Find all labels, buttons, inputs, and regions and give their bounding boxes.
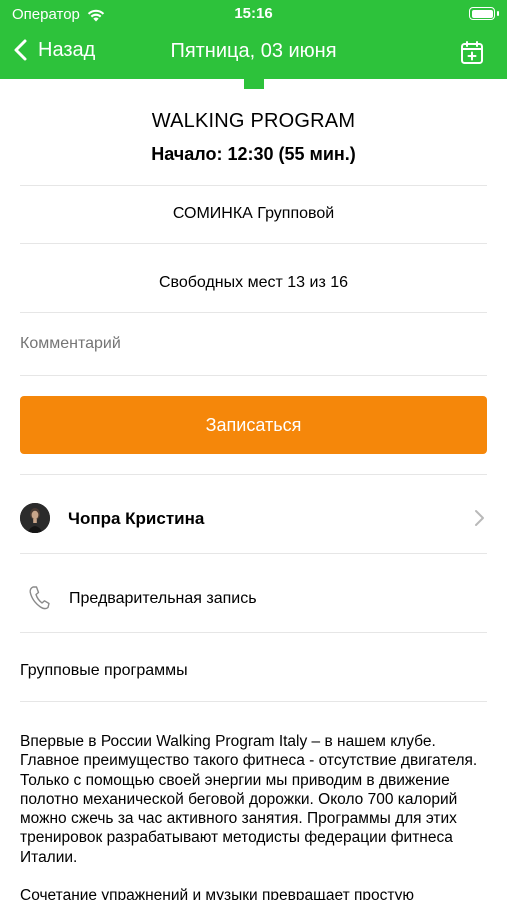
session-start-time: Начало: 12:30 (55 мин.) xyxy=(151,144,356,164)
session-description: Впервые в России Walking Program Italy –… xyxy=(20,733,478,900)
pre-booking-row[interactable]: Предварительная запись xyxy=(20,585,487,615)
divider xyxy=(20,701,487,702)
phone-icon xyxy=(29,586,50,610)
clock: 15:16 xyxy=(234,5,273,22)
trainer-name: Чопра Кристина xyxy=(68,509,205,528)
page-title: Пятница, 03 июня xyxy=(170,40,337,62)
pre-booking-label: Предварительная запись xyxy=(69,590,257,607)
divider xyxy=(20,632,487,633)
session-type: СОМИНКА Групповой xyxy=(172,205,335,222)
free-seats: Свободных мест 13 из 16 xyxy=(158,274,349,291)
divider xyxy=(20,312,487,313)
navigation-bar: Назад Пятница, 03 июня xyxy=(0,28,507,79)
status-bar: Оператор 15:16 xyxy=(0,0,507,28)
divider xyxy=(20,243,487,244)
program-category: Групповые программы xyxy=(20,662,188,679)
category-color-marker xyxy=(244,79,264,89)
divider xyxy=(20,375,487,376)
battery-icon xyxy=(469,7,499,20)
comment-input[interactable] xyxy=(20,335,480,353)
session-title: WALKING PROGRAM xyxy=(151,110,356,132)
top-bar: Оператор 15:16 Назад Пятница, 03 июня xyxy=(0,0,507,79)
divider xyxy=(20,185,487,186)
avatar xyxy=(20,503,50,533)
enroll-button[interactable]: Записаться xyxy=(20,396,487,454)
calendar-add-icon[interactable] xyxy=(459,40,485,66)
divider xyxy=(20,553,487,554)
divider xyxy=(20,474,487,475)
chevron-right-icon xyxy=(475,510,484,526)
trainer-row[interactable]: Чопра Кристина xyxy=(20,500,487,538)
